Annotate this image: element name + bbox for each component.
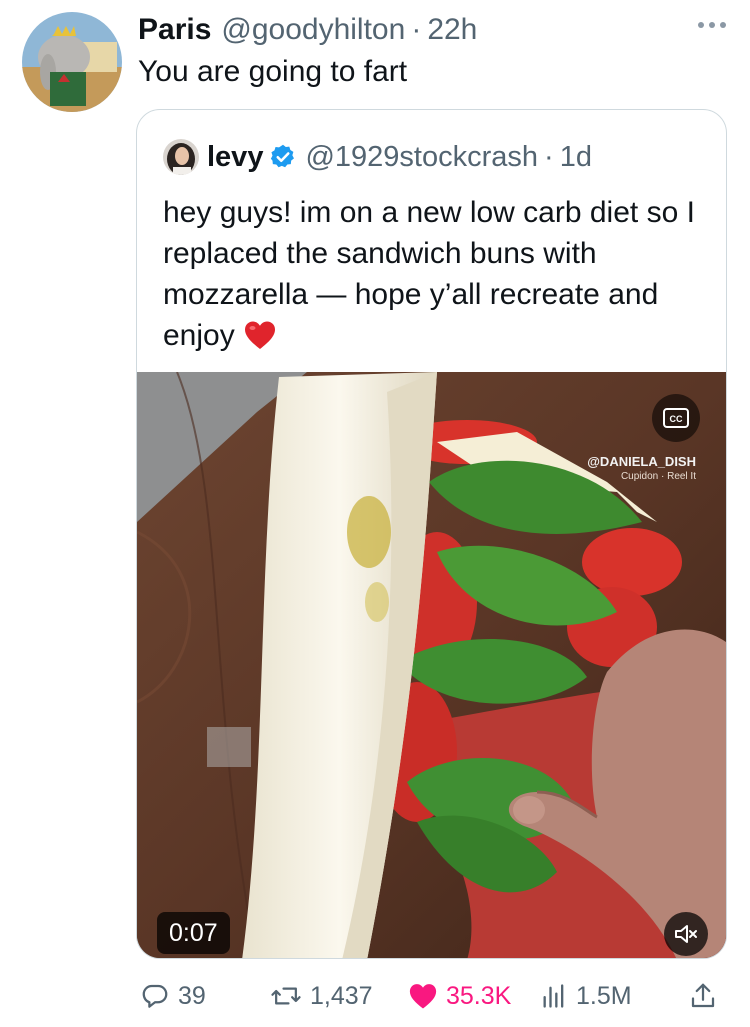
watermark-subtext: Cupidon · Reel It	[620, 471, 696, 482]
reply-button[interactable]: 39	[140, 974, 206, 1018]
author-avatar[interactable]	[22, 12, 122, 112]
quoted-author-name: levy	[207, 140, 264, 173]
video-duration-badge: 0:07	[157, 912, 230, 954]
analytics-icon	[543, 984, 564, 1008]
watermark-text: @DANIELA_DISH	[587, 454, 696, 469]
quoted-tweet-card[interactable]: levy @1929stockcrash · 1d hey guys! im o…	[136, 109, 727, 959]
tweet-header: Paris @goodyhilton · 22h	[138, 12, 477, 48]
separator-dot: ·	[544, 140, 554, 173]
quoted-timestamp: 1d	[559, 140, 592, 173]
retweet-icon	[271, 987, 301, 1005]
timestamp[interactable]: 22h	[427, 13, 477, 47]
views-button[interactable]: 1.5M	[540, 974, 632, 1018]
quoted-author-avatar	[163, 139, 199, 175]
view-count: 1.5M	[576, 981, 632, 1010]
reply-icon	[142, 984, 168, 1008]
like-count: 35.3K	[446, 981, 512, 1010]
author-handle[interactable]: @goodyhilton	[221, 13, 405, 47]
like-button[interactable]: 35.3K	[408, 974, 511, 1018]
separator-dot: ·	[411, 13, 422, 46]
share-button[interactable]	[688, 974, 726, 1018]
video-watermark: @DANIELA_DISH Cupidon · Reel It	[587, 454, 696, 482]
tweet-text: You are going to fart	[138, 55, 408, 88]
retweet-count: 1,437	[310, 981, 373, 1010]
mute-icon[interactable]	[664, 912, 708, 956]
heart-icon	[409, 984, 437, 1009]
author-name[interactable]: Paris	[138, 13, 211, 47]
quoted-author-handle: @1929stockcrash	[305, 140, 539, 173]
quoted-tweet-header: levy @1929stockcrash · 1d	[163, 138, 592, 176]
quoted-tweet-text-block: hey guys! im on a new low carb diet so I…	[163, 192, 708, 356]
reply-count: 39	[178, 981, 206, 1010]
video-player[interactable]: CC @DANIELA_DISH Cupidon · Reel It 0:07	[137, 372, 726, 958]
retweet-button[interactable]: 1,437	[270, 974, 373, 1018]
captions-icon[interactable]: CC	[652, 394, 700, 442]
tweet-action-bar: 39 1,437 35.3K 1.5M	[136, 974, 728, 1018]
verified-badge-icon	[271, 144, 295, 168]
share-icon	[691, 983, 715, 1008]
svg-text:CC: CC	[670, 414, 683, 424]
more-options-icon[interactable]	[698, 22, 726, 28]
heart-emoji-icon	[244, 321, 275, 349]
